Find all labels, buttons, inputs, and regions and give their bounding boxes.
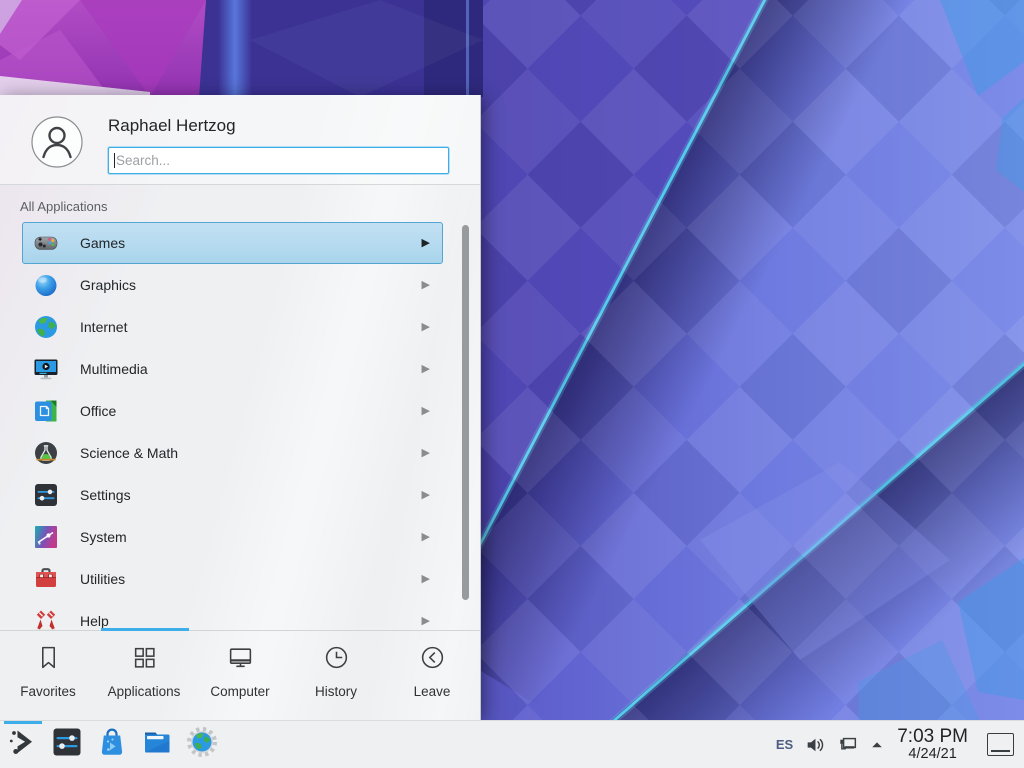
tab-label: History [315,684,357,699]
app-category-multimedia[interactable]: Multimedia ▶ [22,348,443,390]
app-category-office[interactable]: Office ▶ [22,390,443,432]
utilities-icon [33,566,59,592]
file-manager-icon [141,726,173,763]
taskbar: ES 7:03 PM 4/24/21 [0,720,1024,768]
system-tray: ES 7:03 PM 4/24/21 [776,727,1014,762]
settings-icon [33,482,59,508]
launcher-header: Raphael Hertzog Search... [0,95,480,185]
web-browser-taskbar-button[interactable] [179,721,224,768]
science-icon [33,440,59,466]
clock-time: 7:03 PM [897,727,968,747]
history-icon [323,644,350,676]
show-desktop-button[interactable] [987,733,1014,756]
submenu-arrow-icon: ▶ [422,574,430,585]
app-category-list: Games▶Graphics▶Internet▶Multimedia▶Offic… [0,218,480,630]
leave-icon [419,644,446,676]
submenu-arrow-icon: ▶ [422,616,430,627]
tab-leave[interactable]: Leave [384,631,480,721]
file-manager-taskbar-button[interactable] [134,721,179,768]
app-category-settings[interactable]: Settings ▶ [22,474,443,516]
tab-favorites[interactable]: Favorites [0,631,96,721]
web-browser-icon [186,726,218,763]
app-category-graphics[interactable]: Graphics ▶ [22,264,443,306]
app-category-label: Science & Math [80,445,178,461]
computer-icon [227,644,254,676]
expand-tray-icon[interactable] [870,738,884,752]
app-category-label: Games [80,235,125,251]
submenu-arrow-icon: ▶ [422,406,430,417]
app-category-label: Utilities [80,571,125,587]
app-launcher-button[interactable] [0,721,44,768]
desktop: Raphael Hertzog Search... All Applicatio… [0,0,1024,768]
discover-icon [96,726,128,763]
search-placeholder: Search... [116,153,170,168]
submenu-arrow-icon: ▶ [422,490,430,501]
app-category-label: Help [80,613,109,629]
application-launcher-menu: Raphael Hertzog Search... All Applicatio… [0,95,481,720]
system-settings-icon [51,726,83,763]
app-category-science-math[interactable]: Science & Math ▶ [22,432,443,474]
volume-icon[interactable] [804,734,826,756]
app-category-games[interactable]: Games ▶ [22,222,443,264]
search-input[interactable]: Search... [108,147,449,174]
tab-computer[interactable]: Computer [192,631,288,721]
games-icon [33,230,59,256]
submenu-arrow-icon: ▶ [422,280,430,291]
network-icon[interactable] [837,734,859,756]
text-caret [114,153,115,168]
submenu-arrow-icon: ▶ [422,322,430,333]
favorites-icon [35,644,62,676]
help-icon [33,608,59,630]
submenu-arrow-icon: ▶ [422,448,430,459]
tab-label: Computer [210,684,269,699]
keyboard-layout-indicator[interactable]: ES [776,737,793,752]
discover-taskbar-button[interactable] [89,721,134,768]
app-category-label: Multimedia [80,361,148,377]
digital-clock[interactable]: 7:03 PM 4/24/21 [897,727,968,762]
user-name: Raphael Hertzog [108,116,236,136]
applications-icon [131,644,158,676]
app-category-label: Internet [80,319,127,335]
app-launcher-icon [6,726,38,763]
app-category-help[interactable]: Help ▶ [22,600,443,630]
app-category-label: Graphics [80,277,136,293]
app-category-system[interactable]: System ▶ [22,516,443,558]
tab-applications[interactable]: Applications [96,631,192,721]
app-category-label: Settings [80,487,131,503]
system-settings-taskbar-button[interactable] [44,721,89,768]
tab-label: Applications [108,684,181,699]
user-avatar-icon[interactable] [31,116,83,168]
tab-label: Favorites [20,684,76,699]
graphics-icon [33,272,59,298]
submenu-arrow-icon: ▶ [422,532,430,543]
clock-date: 4/24/21 [908,747,956,762]
app-category-label: Office [80,403,116,419]
section-label: All Applications [0,185,480,218]
app-category-internet[interactable]: Internet ▶ [22,306,443,348]
app-category-label: System [80,529,127,545]
app-category-utilities[interactable]: Utilities ▶ [22,558,443,600]
scrollbar[interactable] [462,225,469,600]
multimedia-icon [33,356,59,382]
tab-history[interactable]: History [288,631,384,721]
submenu-arrow-icon: ▶ [422,238,430,249]
tab-label: Leave [414,684,451,699]
launcher-footer-tabs: Favorites Applications Computer History Leav… [0,630,480,721]
office-icon [33,398,59,424]
internet-icon [33,314,59,340]
system-icon [33,524,59,550]
submenu-arrow-icon: ▶ [422,364,430,375]
active-tab-indicator [101,628,189,631]
